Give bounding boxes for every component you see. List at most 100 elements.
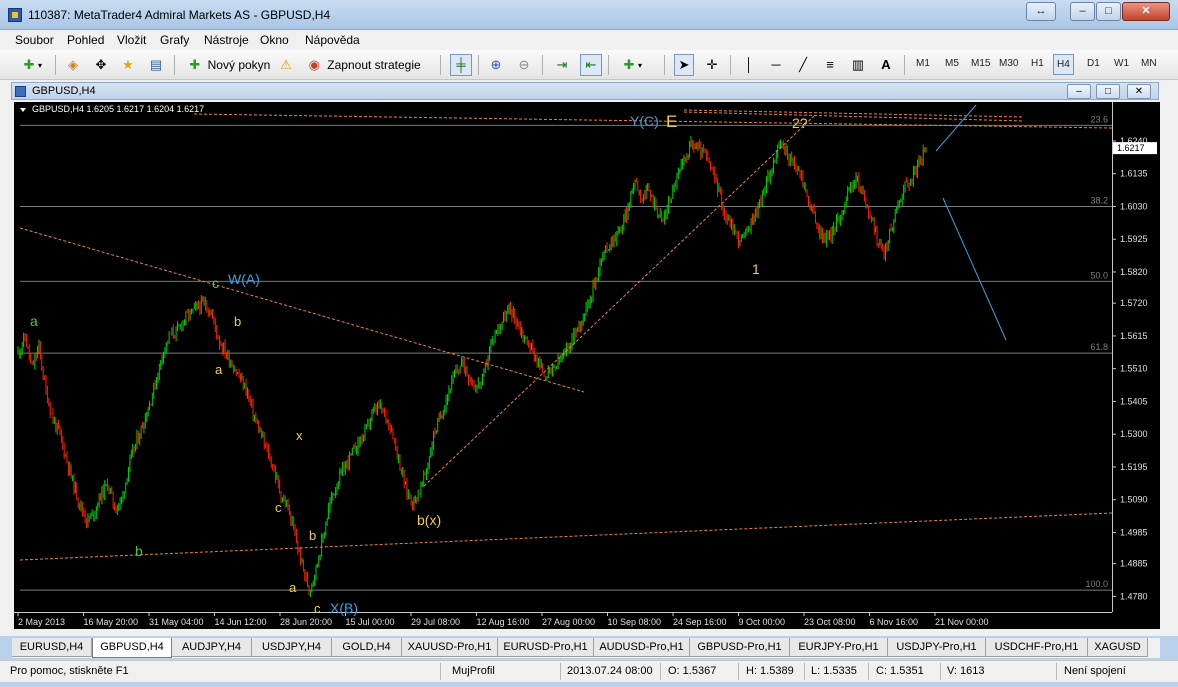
- chart-tab[interactable]: XAGUSD: [1088, 638, 1148, 657]
- wave-label: c: [314, 601, 321, 616]
- crosshair-icon: ✛: [706, 57, 718, 72]
- wave-label: b(x): [417, 512, 441, 528]
- strategy-button[interactable]: ◉ Zapnout strategie: [302, 54, 424, 76]
- menu-pohled[interactable]: Pohled: [67, 33, 104, 47]
- window-minimize-button[interactable]: –: [1070, 2, 1095, 21]
- vertical-line-button[interactable]: │: [739, 54, 759, 76]
- chart-window-title: GBPUSD,H4: [32, 85, 96, 97]
- chart-tab[interactable]: EURJPY-Pro,H1: [790, 638, 888, 657]
- timeframe-d1[interactable]: D1: [1087, 58, 1100, 69]
- new-chart-button[interactable]: ✚ ▾: [14, 54, 48, 76]
- market-watch-icon: ◈: [68, 57, 78, 72]
- chart-tab[interactable]: EURUSD,H4: [12, 638, 92, 657]
- wave-label: a: [215, 362, 223, 377]
- price-tick-label: 1.5925: [1120, 234, 1148, 244]
- price-tick-label: 1.6030: [1120, 201, 1148, 211]
- autoscroll-button[interactable]: ⇥: [552, 54, 572, 76]
- zoom-in-button[interactable]: ⊕: [486, 54, 506, 76]
- wave-label: b: [234, 314, 241, 329]
- wave-label: c: [275, 500, 282, 515]
- zoom-out-icon: ⊖: [518, 57, 530, 72]
- window-titlebar: 110387: MetaTrader4 Admiral Markets AS -…: [0, 0, 1178, 30]
- timeframe-h1[interactable]: H1: [1031, 58, 1044, 69]
- indicators-button[interactable]: ✚ ▾: [616, 54, 646, 76]
- menu-napoveda[interactable]: Nápověda: [305, 33, 360, 47]
- price-tick-label: 1.5615: [1120, 331, 1148, 341]
- crosshair-button[interactable]: ✛: [702, 54, 722, 76]
- crosshair-move-icon: ✥: [95, 57, 107, 72]
- price-tick-label: 1.5820: [1120, 267, 1148, 277]
- chart-tab[interactable]: GOLD,H4: [332, 638, 402, 657]
- channel-button[interactable]: ≡: [820, 54, 840, 76]
- menu-vlozit[interactable]: Vložit: [117, 33, 146, 47]
- price-chart[interactable]: 23.638.250.061.8100.01.62401.61351.60301…: [14, 102, 1160, 629]
- text-button[interactable]: A: [876, 54, 896, 76]
- wave-label: x: [296, 428, 303, 443]
- navigator-button[interactable]: ✥: [91, 54, 111, 76]
- chart-tab[interactable]: EURUSD-Pro,H1: [498, 638, 594, 657]
- chart-tab[interactable]: USDCHF-Pro,H1: [986, 638, 1088, 657]
- status-help: Pro pomoc, stiskněte F1: [10, 665, 129, 677]
- chart-maximize-button[interactable]: □: [1096, 84, 1120, 99]
- window-close-button[interactable]: ✕: [1122, 2, 1170, 21]
- new-order-icon: ✚: [189, 57, 201, 72]
- window-title: 110387: MetaTrader4 Admiral Markets AS -…: [28, 8, 331, 22]
- wave-label: a: [30, 313, 38, 329]
- chart-minimize-button[interactable]: –: [1067, 84, 1091, 99]
- fibonacci-level-label: 38.2: [1090, 195, 1108, 205]
- zoom-out-button[interactable]: ⊖: [514, 54, 534, 76]
- new-order-button[interactable]: ✚ Nový pokyn: [184, 54, 272, 76]
- fibonacci-icon: ▥: [851, 57, 865, 72]
- wave-label: W(A): [228, 271, 260, 287]
- chart-shift-button[interactable]: ⇤: [580, 54, 602, 76]
- favorites-button[interactable]: ★: [118, 54, 138, 76]
- chart-tab[interactable]: AUDUSD-Pro,H1: [594, 638, 690, 657]
- timeframe-m1[interactable]: M1: [916, 58, 930, 69]
- status-open: O: 1.5367: [668, 665, 717, 677]
- timeframe-w1[interactable]: W1: [1114, 58, 1129, 69]
- price-tick-label: 1.4780: [1120, 591, 1148, 601]
- chart-area[interactable]: 23.6 38.2 50.0 61.8 100.0 1.6240 1.6135 1.6030 1…: [14, 102, 1160, 629]
- alert-button[interactable]: ⚠: [276, 54, 296, 76]
- timeframe-m15[interactable]: M15: [971, 58, 990, 69]
- trendline-button[interactable]: ╱: [793, 54, 813, 76]
- fibonacci-level-label: 100.0: [1085, 579, 1108, 589]
- menu-nastroje[interactable]: Nástroje: [204, 33, 249, 47]
- channel-icon: ≡: [826, 57, 834, 72]
- window-maximize-button[interactable]: □: [1096, 2, 1121, 21]
- timeframe-m30[interactable]: M30: [999, 58, 1018, 69]
- chart-tab[interactable]: XAUUSD-Pro,H1: [402, 638, 498, 657]
- wave-label: b: [309, 528, 316, 543]
- timeframe-h4[interactable]: H4: [1053, 54, 1074, 75]
- menu-okno[interactable]: Okno: [260, 33, 289, 47]
- terminal-button[interactable]: ▤: [146, 54, 166, 76]
- toolbar: ✚ ▾ ◈ ✥ ★ ▤ ✚ Nový pokyn ⚠ ◉ Zapnout strate…: [0, 50, 1178, 80]
- date-tick-label: 21 Nov 00:00: [935, 617, 989, 627]
- new-chart-icon: ✚: [23, 57, 35, 72]
- chart-tab[interactable]: GBPUSD-Pro,H1: [690, 638, 790, 657]
- chart-tab[interactable]: AUDJPY,H4: [172, 638, 252, 657]
- chart-tab[interactable]: GBPUSD,H4: [92, 638, 172, 658]
- menu-soubor[interactable]: Soubor: [15, 33, 54, 47]
- chart-symbol-header: GBPUSD,H4 1.6205 1.6217 1.6204 1.6217: [32, 104, 204, 114]
- bar-chart-button[interactable]: ╪: [450, 54, 472, 76]
- timeframe-m5[interactable]: M5: [945, 58, 959, 69]
- status-datetime: 2013.07.24 08:00: [567, 665, 653, 677]
- chart-close-button[interactable]: ✕: [1127, 84, 1151, 99]
- date-tick-label: 9 Oct 00:00: [739, 617, 786, 627]
- fibonacci-button[interactable]: ▥: [848, 54, 868, 76]
- window-resize-button[interactable]: ↔: [1026, 2, 1056, 21]
- chart-tab[interactable]: USDJPY,H4: [252, 638, 332, 657]
- chart-tab[interactable]: USDJPY-Pro,H1: [888, 638, 986, 657]
- cursor-button[interactable]: ➤: [674, 54, 694, 76]
- price-tick-label: 1.5195: [1120, 462, 1148, 472]
- timeframe-mn[interactable]: MN: [1141, 58, 1157, 69]
- status-volume: V: 1613: [947, 665, 985, 677]
- price-tick-label: 1.5720: [1120, 298, 1148, 308]
- date-tick-label: 23 Oct 08:00: [804, 617, 856, 627]
- horizontal-line-button[interactable]: ─: [766, 54, 786, 76]
- wave-label: Y(C): [630, 113, 659, 129]
- market-watch-button[interactable]: ◈: [63, 54, 83, 76]
- menu-grafy[interactable]: Grafy: [160, 33, 189, 47]
- date-tick-label: 16 May 20:00: [84, 617, 139, 627]
